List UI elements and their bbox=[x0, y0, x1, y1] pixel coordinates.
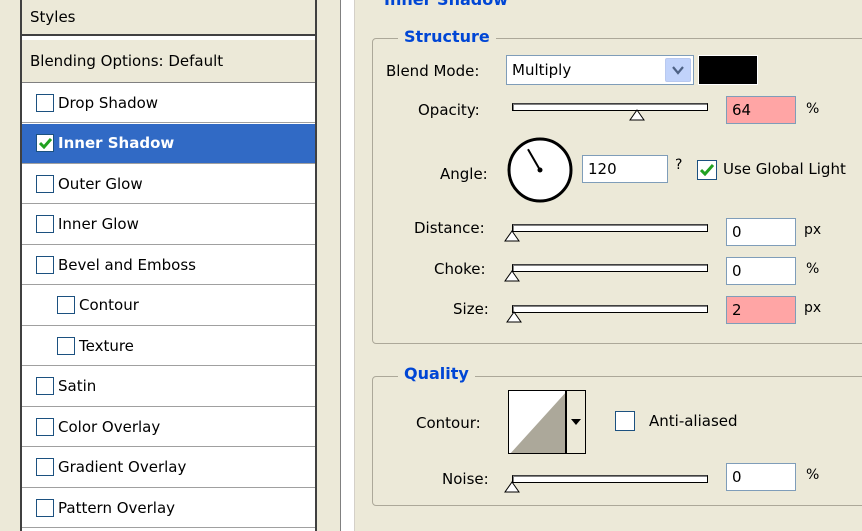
style-item-drop-shadow[interactable]: Drop Shadow bbox=[22, 83, 315, 123]
opacity-slider-thumb[interactable] bbox=[629, 109, 646, 121]
style-item-texture[interactable]: Texture bbox=[22, 326, 315, 366]
style-item-label: Texture bbox=[79, 336, 134, 355]
size-unit: px bbox=[804, 300, 822, 316]
blending-options-row[interactable]: Blending Options: Default bbox=[22, 40, 315, 83]
style-item-checkbox[interactable] bbox=[36, 255, 54, 274]
structure-group-title: Structure bbox=[398, 27, 496, 46]
blending-options-label: Blending Options: Default bbox=[30, 52, 224, 70]
style-item-label: Inner Shadow bbox=[58, 134, 175, 152]
opacity-label: Opacity: bbox=[418, 101, 480, 119]
style-item-checkbox[interactable] bbox=[36, 134, 54, 152]
use-global-light-label: Use Global Light bbox=[723, 160, 846, 178]
caret-down-icon bbox=[571, 419, 581, 425]
style-item-checkbox[interactable] bbox=[36, 215, 54, 233]
style-item-label: Bevel and Emboss bbox=[58, 255, 196, 274]
blend-mode-value: Multiply bbox=[512, 61, 572, 79]
chevron-down-icon[interactable] bbox=[665, 58, 691, 82]
style-item-label: Outer Glow bbox=[58, 174, 143, 193]
choke-slider-track[interactable] bbox=[512, 264, 708, 272]
noise-slider-thumb[interactable] bbox=[504, 481, 520, 493]
panel-title: Inner Shadow bbox=[384, 0, 508, 9]
contour-preview[interactable] bbox=[508, 390, 566, 454]
style-item-checkbox[interactable] bbox=[36, 458, 54, 476]
distance-label: Distance: bbox=[414, 219, 485, 237]
choke-slider-thumb[interactable] bbox=[504, 270, 520, 282]
style-item-label: Inner Glow bbox=[58, 215, 139, 233]
blend-mode-label: Blend Mode: bbox=[386, 62, 480, 80]
angle-input[interactable]: 120 bbox=[582, 155, 668, 183]
noise-input[interactable]: 0 bbox=[726, 463, 796, 491]
style-item-bevel-and-emboss[interactable]: Bevel and Emboss bbox=[22, 245, 315, 285]
style-item-label: Gradient Overlay bbox=[58, 458, 187, 476]
angle-dial[interactable] bbox=[506, 136, 574, 204]
distance-slider-track[interactable] bbox=[512, 224, 708, 232]
size-slider-thumb[interactable] bbox=[506, 311, 522, 323]
style-item-label: Contour bbox=[79, 296, 139, 314]
style-item-checkbox[interactable] bbox=[36, 417, 54, 436]
styles-list-panel: Styles Blending Options: Default Drop Sh… bbox=[20, 0, 317, 531]
style-item-pattern-overlay[interactable]: Pattern Overlay bbox=[22, 488, 315, 528]
style-item-checkbox[interactable] bbox=[36, 93, 54, 112]
panel-divider bbox=[340, 0, 355, 531]
style-item-label: Satin bbox=[58, 377, 97, 395]
style-item-checkbox[interactable] bbox=[57, 296, 75, 314]
style-item-label: Drop Shadow bbox=[58, 93, 159, 112]
noise-unit: % bbox=[806, 467, 820, 483]
blend-mode-select[interactable]: Multiply bbox=[506, 55, 694, 85]
opacity-input[interactable]: 64 bbox=[726, 96, 796, 124]
distance-input[interactable]: 0 bbox=[726, 218, 796, 246]
style-item-label: Color Overlay bbox=[58, 417, 161, 436]
contour-label: Contour: bbox=[416, 414, 481, 432]
anti-aliased-checkbox[interactable] bbox=[615, 411, 635, 431]
style-item-satin[interactable]: Satin bbox=[22, 366, 315, 407]
style-item-label: Pattern Overlay bbox=[58, 498, 176, 517]
contour-dropdown-button[interactable] bbox=[566, 390, 586, 454]
style-item-color-overlay[interactable]: Color Overlay bbox=[22, 407, 315, 447]
use-global-light-checkbox[interactable] bbox=[697, 160, 717, 180]
style-item-inner-glow[interactable]: Inner Glow bbox=[22, 204, 315, 245]
size-input[interactable]: 2 bbox=[726, 296, 796, 324]
opacity-unit: % bbox=[806, 101, 820, 117]
style-item-checkbox[interactable] bbox=[36, 498, 54, 517]
size-slider-track[interactable] bbox=[512, 305, 708, 313]
noise-slider-track[interactable] bbox=[512, 475, 708, 483]
size-label: Size: bbox=[453, 300, 489, 318]
styles-header-label: Styles bbox=[30, 8, 76, 26]
style-item-checkbox[interactable] bbox=[36, 174, 54, 193]
style-item-inner-shadow[interactable]: Inner Shadow bbox=[22, 123, 315, 164]
quality-group-title: Quality bbox=[398, 364, 475, 383]
style-item-gradient-overlay[interactable]: Gradient Overlay bbox=[22, 447, 315, 488]
styles-header[interactable]: Styles bbox=[22, 0, 315, 36]
style-item-outer-glow[interactable]: Outer Glow bbox=[22, 164, 315, 204]
choke-unit: % bbox=[806, 261, 820, 277]
style-item-checkbox[interactable] bbox=[57, 336, 75, 355]
choke-input[interactable]: 0 bbox=[726, 257, 796, 285]
blend-color-swatch[interactable] bbox=[698, 55, 758, 85]
style-item-checkbox[interactable] bbox=[36, 377, 54, 395]
noise-label: Noise: bbox=[442, 470, 489, 488]
anti-aliased-label: Anti-aliased bbox=[649, 412, 738, 430]
distance-unit: px bbox=[804, 222, 822, 238]
angle-label: Angle: bbox=[440, 165, 488, 183]
opacity-slider-track[interactable] bbox=[512, 103, 708, 111]
choke-label: Choke: bbox=[434, 260, 486, 278]
distance-slider-thumb[interactable] bbox=[504, 230, 520, 242]
checkmark-icon bbox=[700, 164, 714, 176]
style-item-contour[interactable]: Contour bbox=[22, 285, 315, 326]
angle-unit: ? bbox=[675, 157, 683, 173]
